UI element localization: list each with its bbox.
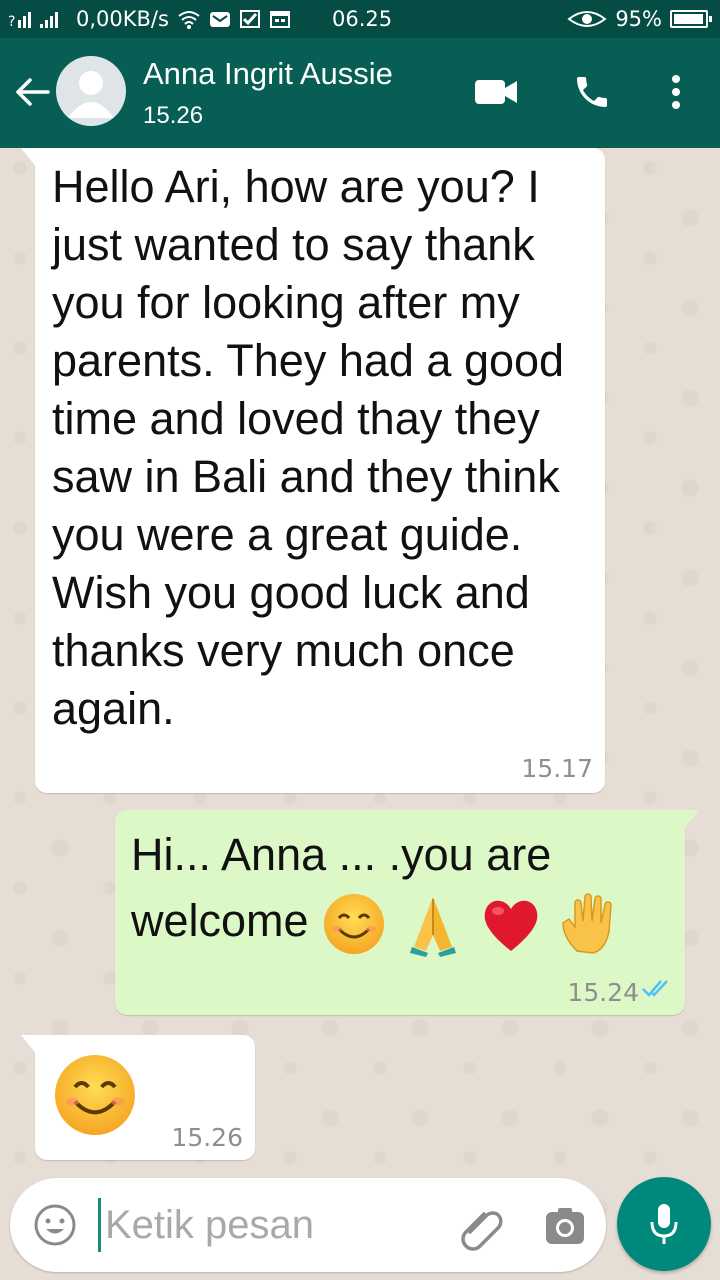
status-time: 06.25 — [332, 7, 393, 31]
message-time: 15.17 — [521, 754, 593, 783]
status-left: ? 0,00KB/s — [8, 0, 291, 38]
more-options-button[interactable] — [660, 70, 692, 114]
folded-hands-icon — [400, 891, 466, 958]
microphone-icon — [650, 1204, 678, 1244]
read-double-tick-icon — [641, 978, 671, 1003]
message-incoming[interactable]: Hello Ari, how are you? I just wanted to… — [21, 148, 605, 793]
phone-icon — [577, 77, 607, 107]
message-text-line2: welcome — [131, 895, 309, 946]
voice-record-button[interactable] — [617, 1177, 711, 1271]
bubble-tail — [21, 1035, 37, 1055]
emoji-button[interactable] — [32, 1202, 78, 1248]
status-right: 95% — [567, 0, 712, 38]
emoji-icon — [34, 1204, 76, 1246]
message-time: 15.24 — [567, 978, 639, 1007]
back-button[interactable] — [12, 72, 52, 112]
camera-button[interactable] — [544, 1206, 586, 1246]
video-call-icon — [475, 80, 517, 104]
wifi-icon — [177, 8, 201, 30]
paperclip-icon — [461, 1211, 503, 1251]
back-arrow-icon — [16, 78, 50, 106]
bubble-tail — [683, 810, 699, 830]
mail-icon — [209, 9, 231, 29]
message-input[interactable] — [98, 1198, 428, 1252]
battery-icon — [670, 10, 712, 28]
message-time: 15.26 — [171, 1123, 243, 1152]
check-notification-icon — [239, 9, 261, 29]
camera-icon — [546, 1208, 584, 1244]
message-outgoing[interactable]: Hi... Anna ... .you are welcome 15.24 — [115, 810, 699, 1015]
battery-level — [674, 14, 703, 24]
raised-hand-icon — [557, 891, 623, 957]
battery-percent: 95% — [615, 7, 662, 31]
more-vert-icon — [672, 75, 680, 109]
smiling-face-icon — [321, 891, 387, 957]
smiling-face-icon — [51, 1051, 139, 1139]
red-heart-icon — [478, 891, 544, 957]
voice-call-button[interactable] — [570, 70, 614, 114]
attach-button[interactable] — [456, 1202, 506, 1252]
chat-header: Anna Ingrit Aussie 15.26 — [0, 38, 720, 148]
signal-icon: ? — [8, 8, 68, 30]
message-incoming[interactable]: 15.26 — [21, 1035, 255, 1160]
message-text-line1: Hi... Anna ... .you are — [131, 829, 552, 880]
calendar-icon — [269, 9, 291, 29]
message-text: Hello Ari, how are you? I just wanted to… — [52, 161, 565, 734]
video-call-button[interactable] — [472, 74, 520, 110]
message-text: Hi... Anna ... .you are welcome — [131, 822, 671, 958]
message-composer — [10, 1178, 606, 1272]
data-rate: 0,00KB/s — [76, 7, 169, 31]
eye-icon — [567, 9, 607, 29]
bubble-tail — [21, 148, 37, 168]
avatar[interactable] — [56, 56, 126, 126]
svg-text:?: ? — [8, 14, 15, 30]
status-bar: ? 0,00KB/s 06.25 95% — [0, 0, 720, 38]
avatar-placeholder-icon — [68, 71, 114, 118]
last-seen: 15.26 — [143, 102, 204, 129]
contact-name[interactable]: Anna Ingrit Aussie — [143, 56, 393, 92]
